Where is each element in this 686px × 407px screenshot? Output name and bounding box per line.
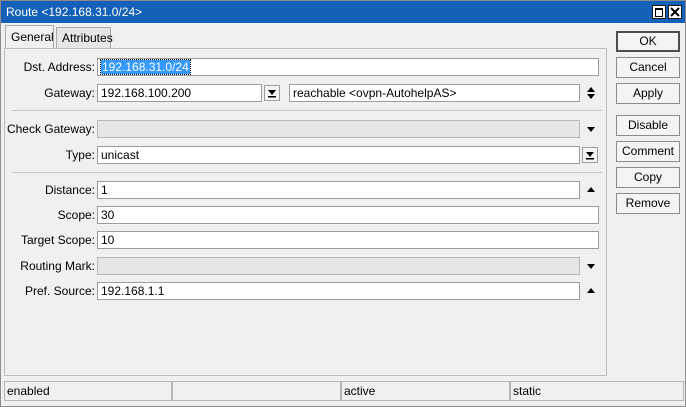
pref-source-label: Pref. Source: <box>24 284 95 298</box>
check-gateway-label: Check Gateway: <box>6 122 95 136</box>
distance-row: Distance: 1 <box>5 180 605 200</box>
route-dialog: Route <192.168.31.0/24> General Attribut… <box>0 0 686 407</box>
copy-button[interactable]: Copy <box>616 167 680 188</box>
window-title: Route <192.168.31.0/24> <box>6 5 143 19</box>
ok-button[interactable]: OK <box>616 31 680 52</box>
close-icon[interactable] <box>668 5 682 19</box>
remove-button[interactable]: Remove <box>616 193 680 214</box>
routing-mark-label: Routing Mark: <box>20 259 95 273</box>
status-bar: enabled active static <box>4 381 684 401</box>
scope-label: Scope: <box>57 208 95 222</box>
separator <box>12 172 602 173</box>
tab-general[interactable]: General <box>5 25 54 48</box>
cancel-button[interactable]: Cancel <box>616 57 680 78</box>
title-bar[interactable]: Route <192.168.31.0/24> <box>1 1 685 23</box>
maximize-icon[interactable] <box>652 5 666 19</box>
check-gateway-row: Check Gateway: <box>5 119 605 139</box>
gateway-status-field: reachable <ovpn-AutohelpAS> <box>289 84 580 102</box>
status-empty <box>172 381 341 401</box>
gateway-label: Gateway: <box>44 86 95 100</box>
gateway-row: Gateway: 192.168.100.200 reachable <ovpn… <box>5 83 605 103</box>
distance-collapse-icon[interactable] <box>584 183 598 197</box>
type-dropdown-icon[interactable] <box>582 147 598 163</box>
separator <box>12 110 602 111</box>
pref-source-row: Pref. Source: 192.168.1.1 <box>5 281 605 301</box>
target-scope-label: Target Scope: <box>20 233 95 247</box>
disable-button[interactable]: Disable <box>616 115 680 136</box>
comment-button[interactable]: Comment <box>616 141 680 162</box>
dst-address-value: 192.168.31.0/24 <box>100 59 191 75</box>
status-enabled: enabled <box>4 381 172 401</box>
dst-address-row: Dst. Address: 192.168.31.0/24 <box>5 57 605 77</box>
target-scope-field[interactable]: 10 <box>97 231 599 249</box>
type-field[interactable]: unicast <box>97 146 580 164</box>
pref-source-field[interactable]: 192.168.1.1 <box>97 282 580 300</box>
tab-attributes[interactable]: Attributes <box>56 27 113 48</box>
check-gateway-field[interactable] <box>97 120 580 138</box>
general-panel: Dst. Address: 192.168.31.0/24 Gateway: 1… <box>4 48 607 376</box>
distance-label: Distance: <box>44 183 95 197</box>
target-scope-row: Target Scope: 10 <box>5 230 605 250</box>
status-active: active <box>341 381 510 401</box>
gateway-updown-icon[interactable] <box>584 86 598 100</box>
scope-row: Scope: 30 <box>5 205 605 225</box>
type-label: Type: <box>65 148 95 162</box>
gateway-field[interactable]: 192.168.100.200 <box>97 84 262 102</box>
dst-address-field[interactable]: 192.168.31.0/24 <box>97 58 599 76</box>
status-static: static <box>510 381 684 401</box>
scope-field[interactable]: 30 <box>97 206 599 224</box>
dst-address-label: Dst. Address: <box>23 60 95 74</box>
apply-button[interactable]: Apply <box>616 83 680 104</box>
pref-source-collapse-icon[interactable] <box>584 284 598 298</box>
gateway-dropdown-icon[interactable] <box>264 85 280 101</box>
routing-mark-dropdown-icon[interactable] <box>584 259 598 273</box>
routing-mark-row: Routing Mark: <box>5 256 605 276</box>
check-gateway-dropdown-icon[interactable] <box>584 122 598 136</box>
routing-mark-field[interactable] <box>97 257 580 275</box>
type-row: Type: unicast <box>5 145 605 165</box>
distance-field[interactable]: 1 <box>97 181 580 199</box>
